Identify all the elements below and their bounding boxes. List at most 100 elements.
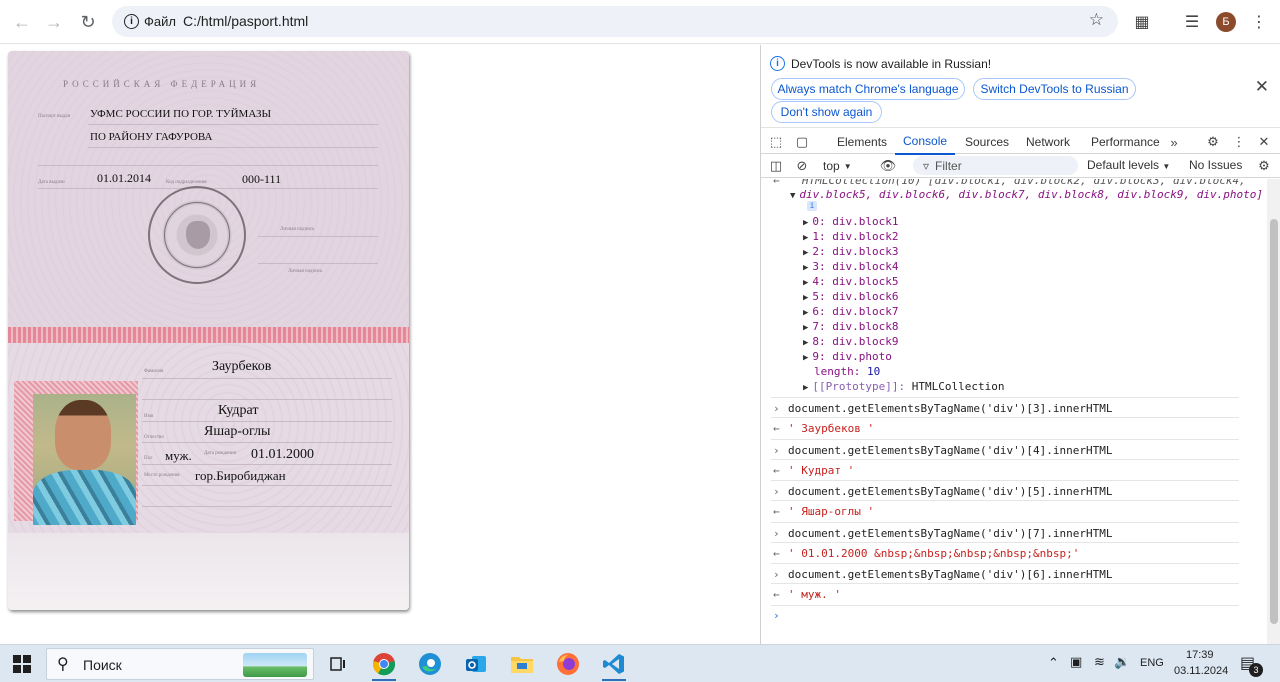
surname: Заурбеков <box>212 359 272 374</box>
start-windows-icon[interactable] <box>4 649 40 679</box>
sidebar-toggle-icon[interactable]: ◫ <box>767 157 785 175</box>
item-value: div.block9 <box>832 335 899 348</box>
tab-network[interactable]: Network <box>1018 128 1078 155</box>
collapsed-triangle-icon: ▶ <box>803 293 809 303</box>
collection-item-row[interactable]: ▶ 9: div.photo <box>803 350 892 363</box>
info-icon: i <box>124 14 139 29</box>
inspect-element-icon[interactable]: ⬚ <box>767 133 785 151</box>
outlook-app-icon[interactable] <box>458 649 494 679</box>
log-levels-dropdown[interactable]: Default levels ▼ <box>1087 158 1170 172</box>
console-settings-gear-icon[interactable]: ⚙ <box>1255 157 1273 175</box>
item-index: 7: <box>812 320 826 333</box>
task-view-icon[interactable] <box>320 649 356 679</box>
collection-summary-line2[interactable]: ▼ div.block5, div.block6, div.block7, div… <box>790 188 1263 201</box>
profile-avatar[interactable]: Б <box>1216 12 1236 32</box>
search-label: Поиск <box>83 657 122 673</box>
search-highlight-island-image[interactable] <box>243 653 307 677</box>
collection-item-row[interactable]: ▶ 6: div.block7 <box>803 305 899 318</box>
reload-icon[interactable]: ↻ <box>74 8 102 36</box>
console-filter-input[interactable]: ▿ Filter <box>913 156 1078 175</box>
url-text[interactable]: C:/html/pasport.html <box>183 13 308 29</box>
prototype-row[interactable]: ▶ [[Prototype]]: HTMLCollection <box>803 380 1004 393</box>
devtools-menu-kebab-icon[interactable]: ⋮ <box>1230 133 1248 151</box>
console-scrollbar[interactable] <box>1267 179 1280 644</box>
collection-item-row[interactable]: ▶ 2: div.block3 <box>803 245 899 258</box>
match-language-button[interactable]: Always match Chrome's language <box>771 78 965 100</box>
prompt-chevron-icon[interactable]: › <box>773 609 780 622</box>
back-arrow-icon[interactable]: ← <box>8 8 36 36</box>
collection-item-row[interactable]: ▶ 3: div.block4 <box>803 260 899 273</box>
battery-icon[interactable]: ▣ <box>1070 654 1082 670</box>
clock-date[interactable]: 03.11.2024 <box>1174 665 1228 677</box>
entry-separator <box>771 500 1239 501</box>
tray-chevron-up-icon[interactable]: ⌃ <box>1048 655 1059 671</box>
item-index: 8: <box>812 335 826 348</box>
tab-elements[interactable]: Elements <box>829 128 895 155</box>
label-surname: Фамилия <box>144 369 164 374</box>
console-filter-bar: ◫ ⊘ top ▼ 👁 ▿ Filter Default levels ▼ No… <box>761 154 1280 178</box>
taskbar-search-box[interactable]: ⚲ Поиск <box>46 648 314 680</box>
console-input-line[interactable]: document.getElementsByTagName('div')[3].… <box>788 402 1113 415</box>
more-tabs-chevron-icon[interactable]: » <box>1165 133 1183 151</box>
menu-kebab-icon[interactable]: ⋮ <box>1245 8 1273 36</box>
item-index: 1: <box>812 230 826 243</box>
edge-app-icon[interactable] <box>412 649 448 679</box>
console-input-line[interactable]: document.getElementsByTagName('div')[5].… <box>788 485 1113 498</box>
tab-sources[interactable]: Sources <box>957 128 1017 155</box>
live-expression-eye-icon[interactable]: 👁 <box>879 157 897 175</box>
volume-icon[interactable]: 🔉 <box>1114 654 1130 670</box>
issues-counter[interactable]: No Issues <box>1189 158 1242 172</box>
passport-image: РОССИЙСКАЯ ФЕДЕРАЦИЯ Паспорт выдан УФМС … <box>8 51 409 610</box>
info-badge-icon[interactable]: i <box>807 201 817 211</box>
console-output[interactable]: ← HTMLCollection(10) [div.block1, div.bl… <box>761 179 1267 644</box>
length-row: length: 10 <box>814 365 880 378</box>
search-icon: ⚲ <box>57 656 69 673</box>
console-result-string[interactable]: ' муж. ' <box>788 588 841 601</box>
extensions-puzzle-icon[interactable]: ▦ <box>1128 8 1156 36</box>
console-input-line[interactable]: document.getElementsByTagName('div')[7].… <box>788 527 1113 540</box>
file-explorer-icon[interactable] <box>504 649 540 679</box>
media-controls-icon[interactable]: ☰ <box>1178 8 1206 36</box>
collapsed-triangle-icon: ▶ <box>803 338 809 348</box>
item-index: 5: <box>812 290 826 303</box>
scrollbar-thumb[interactable] <box>1270 219 1278 624</box>
switch-to-russian-button[interactable]: Switch DevTools to Russian <box>973 78 1136 100</box>
rule <box>142 399 392 400</box>
given-name: Кудрат <box>218 403 259 418</box>
clock-time[interactable]: 17:39 <box>1186 649 1214 661</box>
tab-console[interactable]: Console <box>895 128 956 155</box>
wifi-icon[interactable]: ≋ <box>1094 654 1105 670</box>
address-bar[interactable]: i Файл C:/html/pasport.html ☆ <box>112 6 1118 37</box>
input-language[interactable]: ENG <box>1140 657 1164 669</box>
collection-item-row[interactable]: ▶ 7: div.block8 <box>803 320 899 333</box>
console-input-line[interactable]: document.getElementsByTagName('div')[4].… <box>788 444 1113 457</box>
chrome-app-icon[interactable] <box>366 649 402 681</box>
vscode-app-icon[interactable] <box>596 649 632 681</box>
site-info-chip[interactable]: i Файл <box>118 10 186 33</box>
context-selector[interactable]: top ▼ <box>823 157 852 175</box>
close-infobar-icon[interactable]: ✕ <box>1255 77 1269 97</box>
collection-item-row[interactable]: ▶ 4: div.block5 <box>803 275 899 288</box>
prototype-value: HTMLCollection <box>911 380 1005 393</box>
firefox-app-icon[interactable] <box>550 649 586 679</box>
console-result-string[interactable]: ' 01.01.2000 &nbsp;&nbsp;&nbsp;&nbsp;&nb… <box>788 547 1079 560</box>
close-devtools-icon[interactable]: ✕ <box>1255 133 1273 151</box>
device-toolbar-icon[interactable]: ▢ <box>793 133 811 151</box>
settings-gear-icon[interactable]: ⚙ <box>1204 133 1222 151</box>
console-result-string[interactable]: ' Яшар-оглы ' <box>788 505 874 518</box>
clear-console-icon[interactable]: ⊘ <box>793 157 811 175</box>
collection-summary-line1[interactable]: HTMLCollection(10) [div.block1, div.bloc… <box>802 179 1246 187</box>
item-index: 4: <box>812 275 826 288</box>
collection-item-row[interactable]: ▶ 1: div.block2 <box>803 230 899 243</box>
tab-performance[interactable]: Performance <box>1083 128 1168 155</box>
console-result-string[interactable]: ' Заурбеков ' <box>788 422 874 435</box>
sex: муж. <box>165 448 192 463</box>
collection-item-row[interactable]: ▶ 5: div.block6 <box>803 290 899 303</box>
bookmark-star-icon[interactable]: ☆ <box>1089 10 1104 30</box>
forward-arrow-icon[interactable]: → <box>40 8 68 36</box>
console-input-line[interactable]: document.getElementsByTagName('div')[6].… <box>788 568 1113 581</box>
console-result-string[interactable]: ' Кудрат ' <box>788 464 854 477</box>
collection-item-row[interactable]: ▶ 0: div.block1 <box>803 215 899 228</box>
dont-show-again-button[interactable]: Don't show again <box>771 101 882 123</box>
collection-item-row[interactable]: ▶ 8: div.block9 <box>803 335 899 348</box>
